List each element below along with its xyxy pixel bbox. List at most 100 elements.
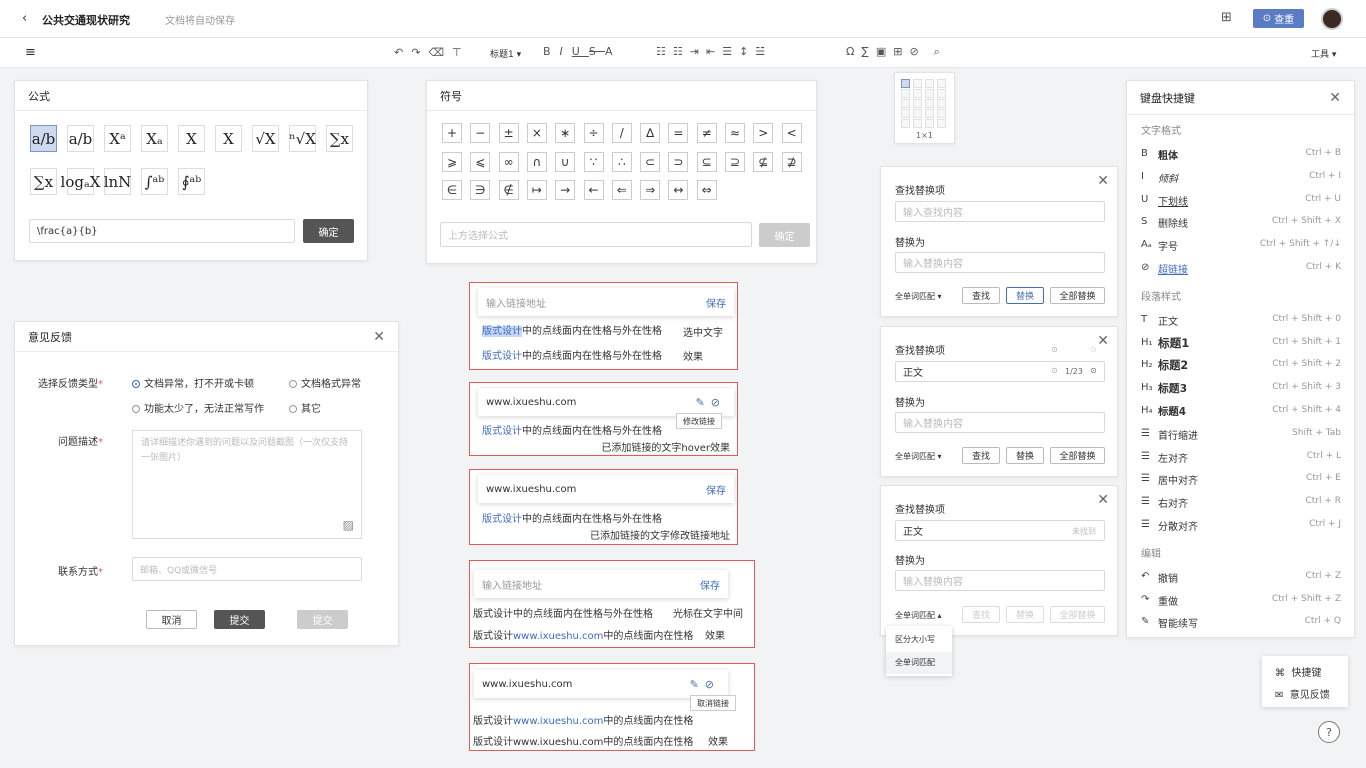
nav-prev-icon[interactable]: ⊙ — [1051, 366, 1058, 375]
symbol-item[interactable]: > — [753, 123, 774, 143]
nav-next-icon[interactable]: ⊙ — [1090, 366, 1097, 375]
table-grid-cell[interactable] — [937, 79, 946, 88]
symbol-item[interactable]: ± — [498, 123, 519, 143]
formula-item[interactable]: ∑x — [326, 125, 353, 152]
bold-icon[interactable]: B — [543, 45, 560, 58]
align-icon[interactable]: ☰ — [722, 45, 739, 58]
edit-icon[interactable]: ✎ — [696, 396, 711, 409]
formula-item[interactable]: a/b — [67, 125, 94, 152]
table-grid-cell[interactable] — [937, 119, 946, 128]
table-grid-cell[interactable] — [913, 89, 922, 98]
symbol-item[interactable]: ∗ — [555, 123, 576, 143]
table-grid-cell[interactable] — [925, 79, 934, 88]
symbol-item[interactable]: ∈ — [442, 180, 462, 200]
tools-menu[interactable]: 工具 ▾ — [1311, 47, 1336, 60]
link-url-input[interactable]: www.ixueshu.com — [486, 484, 576, 495]
link-input[interactable]: 输入链接地址 — [482, 577, 542, 592]
edit-icon[interactable]: ✎ — [690, 678, 705, 691]
formula-item[interactable]: ⁿ√X — [289, 125, 316, 152]
undo-icon[interactable]: ↶ — [394, 46, 411, 59]
table-grid-cell[interactable] — [901, 89, 910, 98]
symbol-item[interactable]: ∋ — [470, 180, 491, 200]
formula-item[interactable]: X — [178, 125, 205, 152]
match-option-case[interactable]: 区分大小写 — [895, 634, 935, 645]
table-grid-cell[interactable] — [925, 109, 934, 118]
symbol-input[interactable]: 上方选择公式 — [440, 222, 752, 247]
table-grid-cell[interactable] — [901, 79, 910, 88]
find-input[interactable]: 输入查找内容 — [895, 201, 1105, 222]
help-icon[interactable]: ? — [1318, 721, 1340, 743]
symbol-item[interactable]: ⊈ — [753, 151, 774, 172]
symbol-item[interactable]: < — [781, 123, 802, 143]
symbol-item[interactable]: ⊇ — [725, 151, 745, 172]
feedback-option-1[interactable]: 文档异常，打不开或卡顿 — [132, 375, 254, 390]
find-replace-icon[interactable]: ⌕ — [934, 45, 947, 58]
close-icon[interactable]: ✕ — [373, 329, 385, 345]
formula-item[interactable]: logₐX — [61, 168, 100, 195]
feedback-menu-item[interactable]: ✉ 意见反馈 — [1275, 686, 1330, 701]
apps-grid-icon[interactable]: ⊞ — [1221, 10, 1232, 25]
outdent-icon[interactable]: ⇤ — [706, 45, 722, 58]
eraser-icon[interactable]: ⌫ — [428, 46, 452, 59]
link-save-button[interactable]: 保存 — [700, 577, 720, 592]
font-size-icon[interactable]: A — [605, 45, 622, 58]
table-grid-cell[interactable] — [901, 99, 910, 108]
symbol-icon[interactable]: Ω — [846, 45, 861, 58]
symbol-confirm-button[interactable]: 确定 — [759, 223, 810, 247]
link-icon[interactable]: ⊘ — [909, 45, 925, 58]
underline-icon[interactable]: U — [572, 45, 589, 58]
symbol-item[interactable]: ÷ — [583, 123, 604, 143]
table-grid-cell[interactable] — [937, 89, 946, 98]
replace-button[interactable]: 替换 — [1006, 606, 1044, 623]
formula-item[interactable]: √X — [252, 125, 279, 152]
symbol-item[interactable]: → — [555, 180, 576, 200]
table-grid-cell[interactable] — [925, 89, 934, 98]
symbol-item[interactable]: / — [611, 123, 632, 143]
formula-item[interactable]: ∫ᵃᵇ — [141, 168, 168, 195]
italic-icon[interactable]: I — [560, 45, 572, 58]
link-input[interactable]: 输入链接地址 — [486, 295, 546, 310]
unlink-icon[interactable]: ⊘ — [705, 678, 720, 691]
cancel-button[interactable]: 取消 — [146, 610, 197, 629]
symbol-item[interactable]: ≠ — [696, 123, 717, 143]
symbol-item[interactable]: ⇒ — [640, 180, 661, 200]
shortcut-menu-item[interactable]: ⌘ 快捷键 — [1275, 664, 1321, 679]
table-grid-cell[interactable] — [913, 79, 922, 88]
prev-icon[interactable]: ⊙ — [1051, 345, 1058, 354]
menu-icon[interactable]: ≡ — [25, 45, 36, 60]
symbol-item[interactable]: ∉ — [498, 180, 519, 200]
symbol-item[interactable]: ↔ — [668, 180, 689, 200]
divider-icon[interactable]: ☱ — [755, 45, 772, 58]
avatar[interactable] — [1321, 8, 1343, 30]
indent-icon[interactable]: ⇥ — [690, 45, 706, 58]
match-select[interactable]: 全单词匹配 ▾ — [895, 451, 942, 462]
table-grid-cell[interactable] — [937, 99, 946, 108]
formula-item[interactable]: ∮ᵃᵇ — [178, 168, 205, 195]
link-url[interactable]: www.ixueshu.com — [486, 397, 576, 408]
contact-input[interactable]: 邮箱、QQ或微信号 — [132, 557, 362, 581]
formula-input[interactable]: \frac{a}{b} — [29, 219, 295, 243]
unordered-list-icon[interactable]: ☷ — [673, 45, 690, 58]
close-icon[interactable]: ✕ — [1097, 333, 1109, 349]
replace-all-button[interactable]: 全部替换 — [1050, 287, 1105, 304]
table-grid-cell[interactable] — [913, 109, 922, 118]
symbol-item[interactable]: ⇐ — [611, 180, 632, 200]
symbol-item[interactable]: = — [668, 123, 689, 143]
table-grid-cell[interactable] — [925, 99, 934, 108]
symbol-item[interactable]: ∩ — [526, 151, 547, 172]
line-height-icon[interactable]: ↕ — [739, 45, 755, 58]
symbol-item[interactable]: ∪ — [555, 151, 576, 172]
symbol-item[interactable]: ⩾ — [442, 151, 462, 172]
review-button[interactable]: ⊙ 查重 — [1253, 9, 1304, 28]
replace-all-button[interactable]: 全部替换 — [1050, 606, 1105, 623]
unlink-icon[interactable]: ⊘ — [711, 396, 726, 409]
ordered-list-icon[interactable]: ☷ — [656, 45, 673, 58]
problem-desc-textarea[interactable]: 请详细描述你遇到的问题以及问题截图（一次仅支持一张图片） ▨ — [132, 430, 362, 539]
symbol-item[interactable]: ⊆ — [696, 151, 717, 172]
table-grid-cell[interactable] — [913, 119, 922, 128]
replace-button[interactable]: 替换 — [1006, 447, 1044, 464]
symbol-item[interactable]: ⊉ — [781, 151, 802, 172]
symbol-item[interactable]: + — [442, 123, 462, 143]
formula-confirm-button[interactable]: 确定 — [303, 219, 354, 243]
match-option-word[interactable]: 全单词匹配 — [895, 657, 935, 668]
